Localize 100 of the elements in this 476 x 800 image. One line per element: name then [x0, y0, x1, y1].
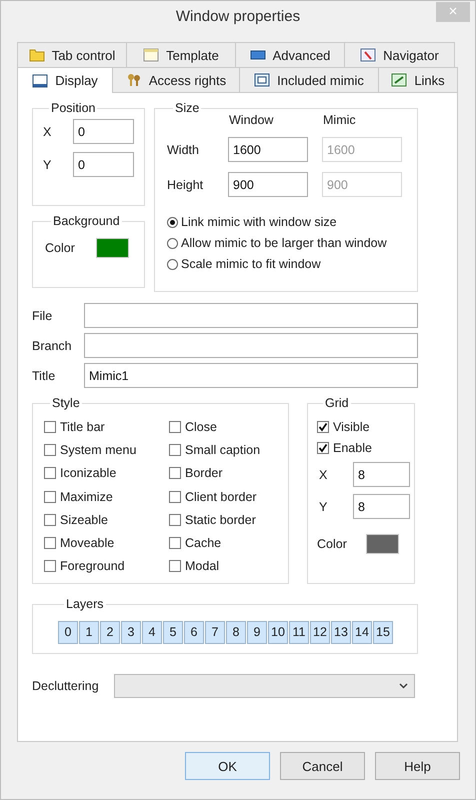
- checkbox[interactable]: [44, 537, 56, 550]
- color-swatch[interactable]: [366, 534, 399, 554]
- dialog-button[interactable]: OK: [185, 752, 270, 780]
- layer-toggle[interactable]: 14: [352, 620, 372, 644]
- radio-option[interactable]: Link mimic with window size: [167, 215, 417, 229]
- tab[interactable]: Display: [17, 67, 113, 93]
- layer-toggle[interactable]: 6: [184, 620, 204, 644]
- layer-toggle[interactable]: 2: [100, 620, 120, 644]
- checkbox[interactable]: [169, 537, 181, 550]
- layer-toggle[interactable]: 13: [331, 620, 351, 644]
- checkbox[interactable]: [169, 490, 181, 503]
- window-title: Window properties: [176, 8, 300, 24]
- checkbox-option[interactable]: Moveable: [44, 531, 169, 555]
- chevron-icon: [398, 683, 408, 689]
- input-field[interactable]: [84, 333, 418, 358]
- checkbox-option[interactable]: Foreground: [44, 554, 169, 578]
- column-header: Window: [228, 113, 274, 127]
- layer-toggle[interactable]: 1: [79, 620, 99, 644]
- tab[interactable]: Links: [378, 67, 458, 92]
- layer-toggle[interactable]: 12: [310, 620, 330, 644]
- tab[interactable]: Template: [126, 42, 236, 67]
- field-label: X: [43, 124, 52, 138]
- checkbox[interactable]: [169, 560, 181, 572]
- layer-toggle[interactable]: 5: [163, 620, 183, 644]
- folder-icon: [28, 48, 45, 62]
- checkbox-option[interactable]: Border: [169, 462, 289, 485]
- layer-toggle[interactable]: 0: [58, 620, 78, 644]
- group-title: Layers: [65, 597, 105, 611]
- input-field[interactable]: 1600: [228, 137, 308, 162]
- checkbox-option[interactable]: Enable: [317, 441, 414, 455]
- radio-option[interactable]: Scale mimic to fit window: [167, 257, 417, 271]
- field-label: Y: [318, 500, 328, 514]
- checkbox-option[interactable]: Sizeable: [44, 508, 169, 532]
- tab[interactable]: Included mimic: [239, 67, 379, 92]
- checkbox[interactable]: [44, 560, 56, 572]
- checkbox-option[interactable]: Static border: [169, 508, 289, 532]
- checkbox-option[interactable]: Maximize: [44, 484, 169, 508]
- checkbox[interactable]: [317, 442, 329, 454]
- layer-toggle[interactable]: 7: [205, 620, 225, 644]
- checkbox-option[interactable]: Cache: [169, 531, 289, 555]
- checkbox[interactable]: [169, 514, 181, 526]
- checkbox[interactable]: [44, 444, 56, 456]
- checkbox-option[interactable]: Iconizable: [44, 462, 169, 485]
- checkbox-option[interactable]: Visible: [317, 420, 414, 434]
- field-label: Title: [32, 368, 56, 382]
- checkbox[interactable]: [44, 514, 56, 526]
- tab[interactable]: Navigator: [344, 42, 455, 67]
- document-icon: [143, 48, 160, 62]
- layer-toggle[interactable]: 4: [142, 620, 162, 644]
- checkbox-option[interactable]: Small caption: [169, 438, 289, 462]
- group-title: Position: [50, 101, 96, 115]
- layer-toggle[interactable]: 9: [247, 620, 267, 644]
- layer-toggle[interactable]: 11: [289, 620, 309, 644]
- input-field[interactable]: [84, 303, 418, 328]
- field-label: Y: [43, 158, 52, 172]
- group-title: Style: [51, 396, 81, 410]
- checkbox-option[interactable]: Modal: [169, 554, 289, 578]
- layer-toggle[interactable]: 8: [226, 620, 246, 644]
- group-title: Background: [52, 214, 121, 228]
- checkbox-option[interactable]: Close: [169, 415, 289, 438]
- tab[interactable]: Tab control: [17, 42, 127, 67]
- radio-option[interactable]: Allow mimic to be larger than window: [167, 236, 417, 250]
- checkbox[interactable]: [169, 444, 181, 456]
- checkbox[interactable]: [44, 490, 56, 503]
- color-label: Color: [45, 241, 75, 255]
- column-header: Mimic: [322, 113, 357, 127]
- checkbox-option[interactable]: Client border: [169, 484, 289, 508]
- checkbox[interactable]: [44, 420, 56, 433]
- checkbox[interactable]: [317, 421, 329, 433]
- input-field[interactable]: 8: [353, 494, 410, 519]
- input-field[interactable]: 0: [73, 119, 134, 144]
- dialog-button[interactable]: Cancel: [280, 752, 365, 780]
- input-field[interactable]: 0: [73, 152, 134, 177]
- layer-toggle[interactable]: 15: [373, 620, 393, 644]
- checkbox-option[interactable]: System menu: [44, 438, 169, 462]
- field-label: Width: [167, 142, 200, 156]
- layer-toggle[interactable]: 10: [268, 620, 288, 644]
- color-label: Color: [317, 537, 347, 551]
- checkbox[interactable]: [169, 467, 181, 480]
- group-title: Size: [174, 101, 200, 115]
- checkbox[interactable]: [169, 420, 181, 433]
- checkbox[interactable]: [44, 467, 56, 480]
- field-label: Height: [167, 178, 204, 192]
- window-icon: [254, 73, 270, 87]
- input-field[interactable]: 900: [228, 172, 308, 197]
- window-icon: [32, 74, 48, 88]
- tab[interactable]: Advanced: [235, 42, 345, 67]
- field-label: Decluttering: [32, 679, 99, 693]
- tab[interactable]: Access rights: [112, 67, 240, 92]
- field-label: X: [318, 468, 328, 482]
- field-label: File: [32, 308, 54, 322]
- group-title: Grid: [324, 396, 350, 410]
- dialog-button[interactable]: Help: [375, 752, 460, 780]
- input-field[interactable]: 8: [353, 462, 410, 487]
- layer-toggle[interactable]: 3: [121, 620, 141, 644]
- keys-icon: [126, 73, 142, 87]
- checkbox-option[interactable]: Title bar: [44, 415, 169, 438]
- input-field[interactable]: Mimic1: [84, 363, 418, 388]
- color-swatch[interactable]: [96, 238, 129, 258]
- monitor-icon: [250, 48, 266, 62]
